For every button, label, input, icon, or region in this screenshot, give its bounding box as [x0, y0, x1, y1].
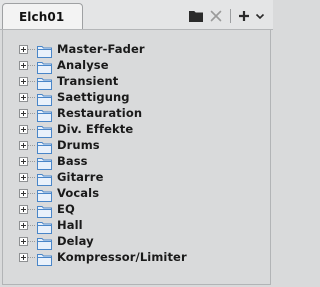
folder-icon — [37, 59, 52, 74]
expand-plus-icon[interactable] — [19, 189, 28, 198]
tree-item-label: Vocals — [57, 186, 100, 200]
folder-icon — [37, 219, 52, 234]
folder-icon — [37, 139, 52, 154]
folder-icon — [37, 203, 52, 218]
tree-connector — [28, 129, 36, 130]
tree-item[interactable]: Kompressor/Limiter — [0, 249, 270, 266]
folder-icon[interactable] — [188, 6, 204, 26]
tree-connector — [28, 257, 36, 258]
tree-item-label: Hall — [57, 218, 83, 232]
tree-item-label: Delay — [57, 234, 94, 248]
expand-plus-icon[interactable] — [19, 141, 28, 150]
tree-connector — [28, 113, 36, 114]
tree-item-label: Restauration — [57, 106, 143, 120]
folder-icon — [37, 75, 52, 90]
folder-icon — [37, 235, 52, 250]
chevron-down-icon[interactable] — [252, 6, 268, 26]
tree-item[interactable]: Vocals — [0, 185, 270, 202]
expand-plus-icon[interactable] — [19, 77, 28, 86]
tree-connector — [28, 241, 36, 242]
folder-icon — [37, 107, 52, 122]
expand-plus-icon[interactable] — [19, 157, 28, 166]
folder-icon — [37, 251, 52, 266]
folder-icon — [37, 91, 52, 106]
expand-plus-icon[interactable] — [19, 253, 28, 262]
panel-border — [2, 284, 271, 285]
tree-connector — [28, 49, 36, 50]
expand-plus-icon[interactable] — [19, 237, 28, 246]
expand-plus-icon[interactable] — [19, 221, 28, 230]
tab-label: Elch01 — [19, 10, 65, 24]
folder-icon — [37, 43, 52, 58]
expand-plus-icon[interactable] — [19, 93, 28, 102]
tree-item[interactable]: Bass — [0, 153, 270, 170]
tree-item-label: Master-Fader — [57, 42, 145, 56]
close-icon[interactable] — [208, 6, 224, 26]
expand-plus-icon[interactable] — [19, 45, 28, 54]
tree-item[interactable]: Drums — [0, 137, 270, 154]
tree-item-label: Gitarre — [57, 170, 104, 184]
tree-connector — [28, 161, 36, 162]
expand-plus-icon[interactable] — [19, 173, 28, 182]
tree-item-label: Transient — [57, 74, 119, 88]
tree-connector — [28, 193, 36, 194]
add-icon[interactable] — [236, 6, 252, 26]
tree-item[interactable]: Master-Fader — [0, 41, 270, 58]
expand-plus-icon[interactable] — [19, 109, 28, 118]
tree-item-label: Div. Effekte — [57, 122, 134, 136]
tree-item[interactable]: Restauration — [0, 105, 270, 122]
tree-connector — [28, 65, 36, 66]
expand-plus-icon[interactable] — [19, 205, 28, 214]
expand-plus-icon[interactable] — [19, 61, 28, 70]
tree-item[interactable]: Delay — [0, 233, 270, 250]
panel-border — [270, 30, 271, 285]
tree-connector — [28, 225, 36, 226]
tree-item[interactable]: Gitarre — [0, 169, 270, 186]
tree-connector — [28, 145, 36, 146]
tree-item[interactable]: Transient — [0, 73, 270, 90]
tree-item-label: Bass — [57, 154, 88, 168]
tree-item[interactable]: Div. Effekte — [0, 121, 270, 138]
toolbar-separator — [230, 9, 231, 23]
tree-item-label: Drums — [57, 138, 100, 152]
tree-item[interactable]: Hall — [0, 217, 270, 234]
tree-item[interactable]: Saettigung — [0, 89, 270, 106]
folder-icon — [37, 171, 52, 186]
folder-icon — [37, 155, 52, 170]
tree-connector — [28, 81, 36, 82]
tree-item-label: Saettigung — [57, 90, 130, 104]
folder-icon — [37, 187, 52, 202]
tree-item-label: Kompressor/Limiter — [57, 250, 187, 264]
folder-icon — [37, 123, 52, 138]
tree-item-label: Analyse — [57, 58, 109, 72]
tree-connector — [28, 97, 36, 98]
tree-item-label: EQ — [57, 202, 75, 216]
tree-connector — [28, 177, 36, 178]
expand-plus-icon[interactable] — [19, 125, 28, 134]
tree-connector — [28, 209, 36, 210]
tab-elch01[interactable]: Elch01 — [2, 3, 83, 29]
tree-item[interactable]: EQ — [0, 201, 270, 218]
tree-item[interactable]: Analyse — [0, 57, 270, 74]
